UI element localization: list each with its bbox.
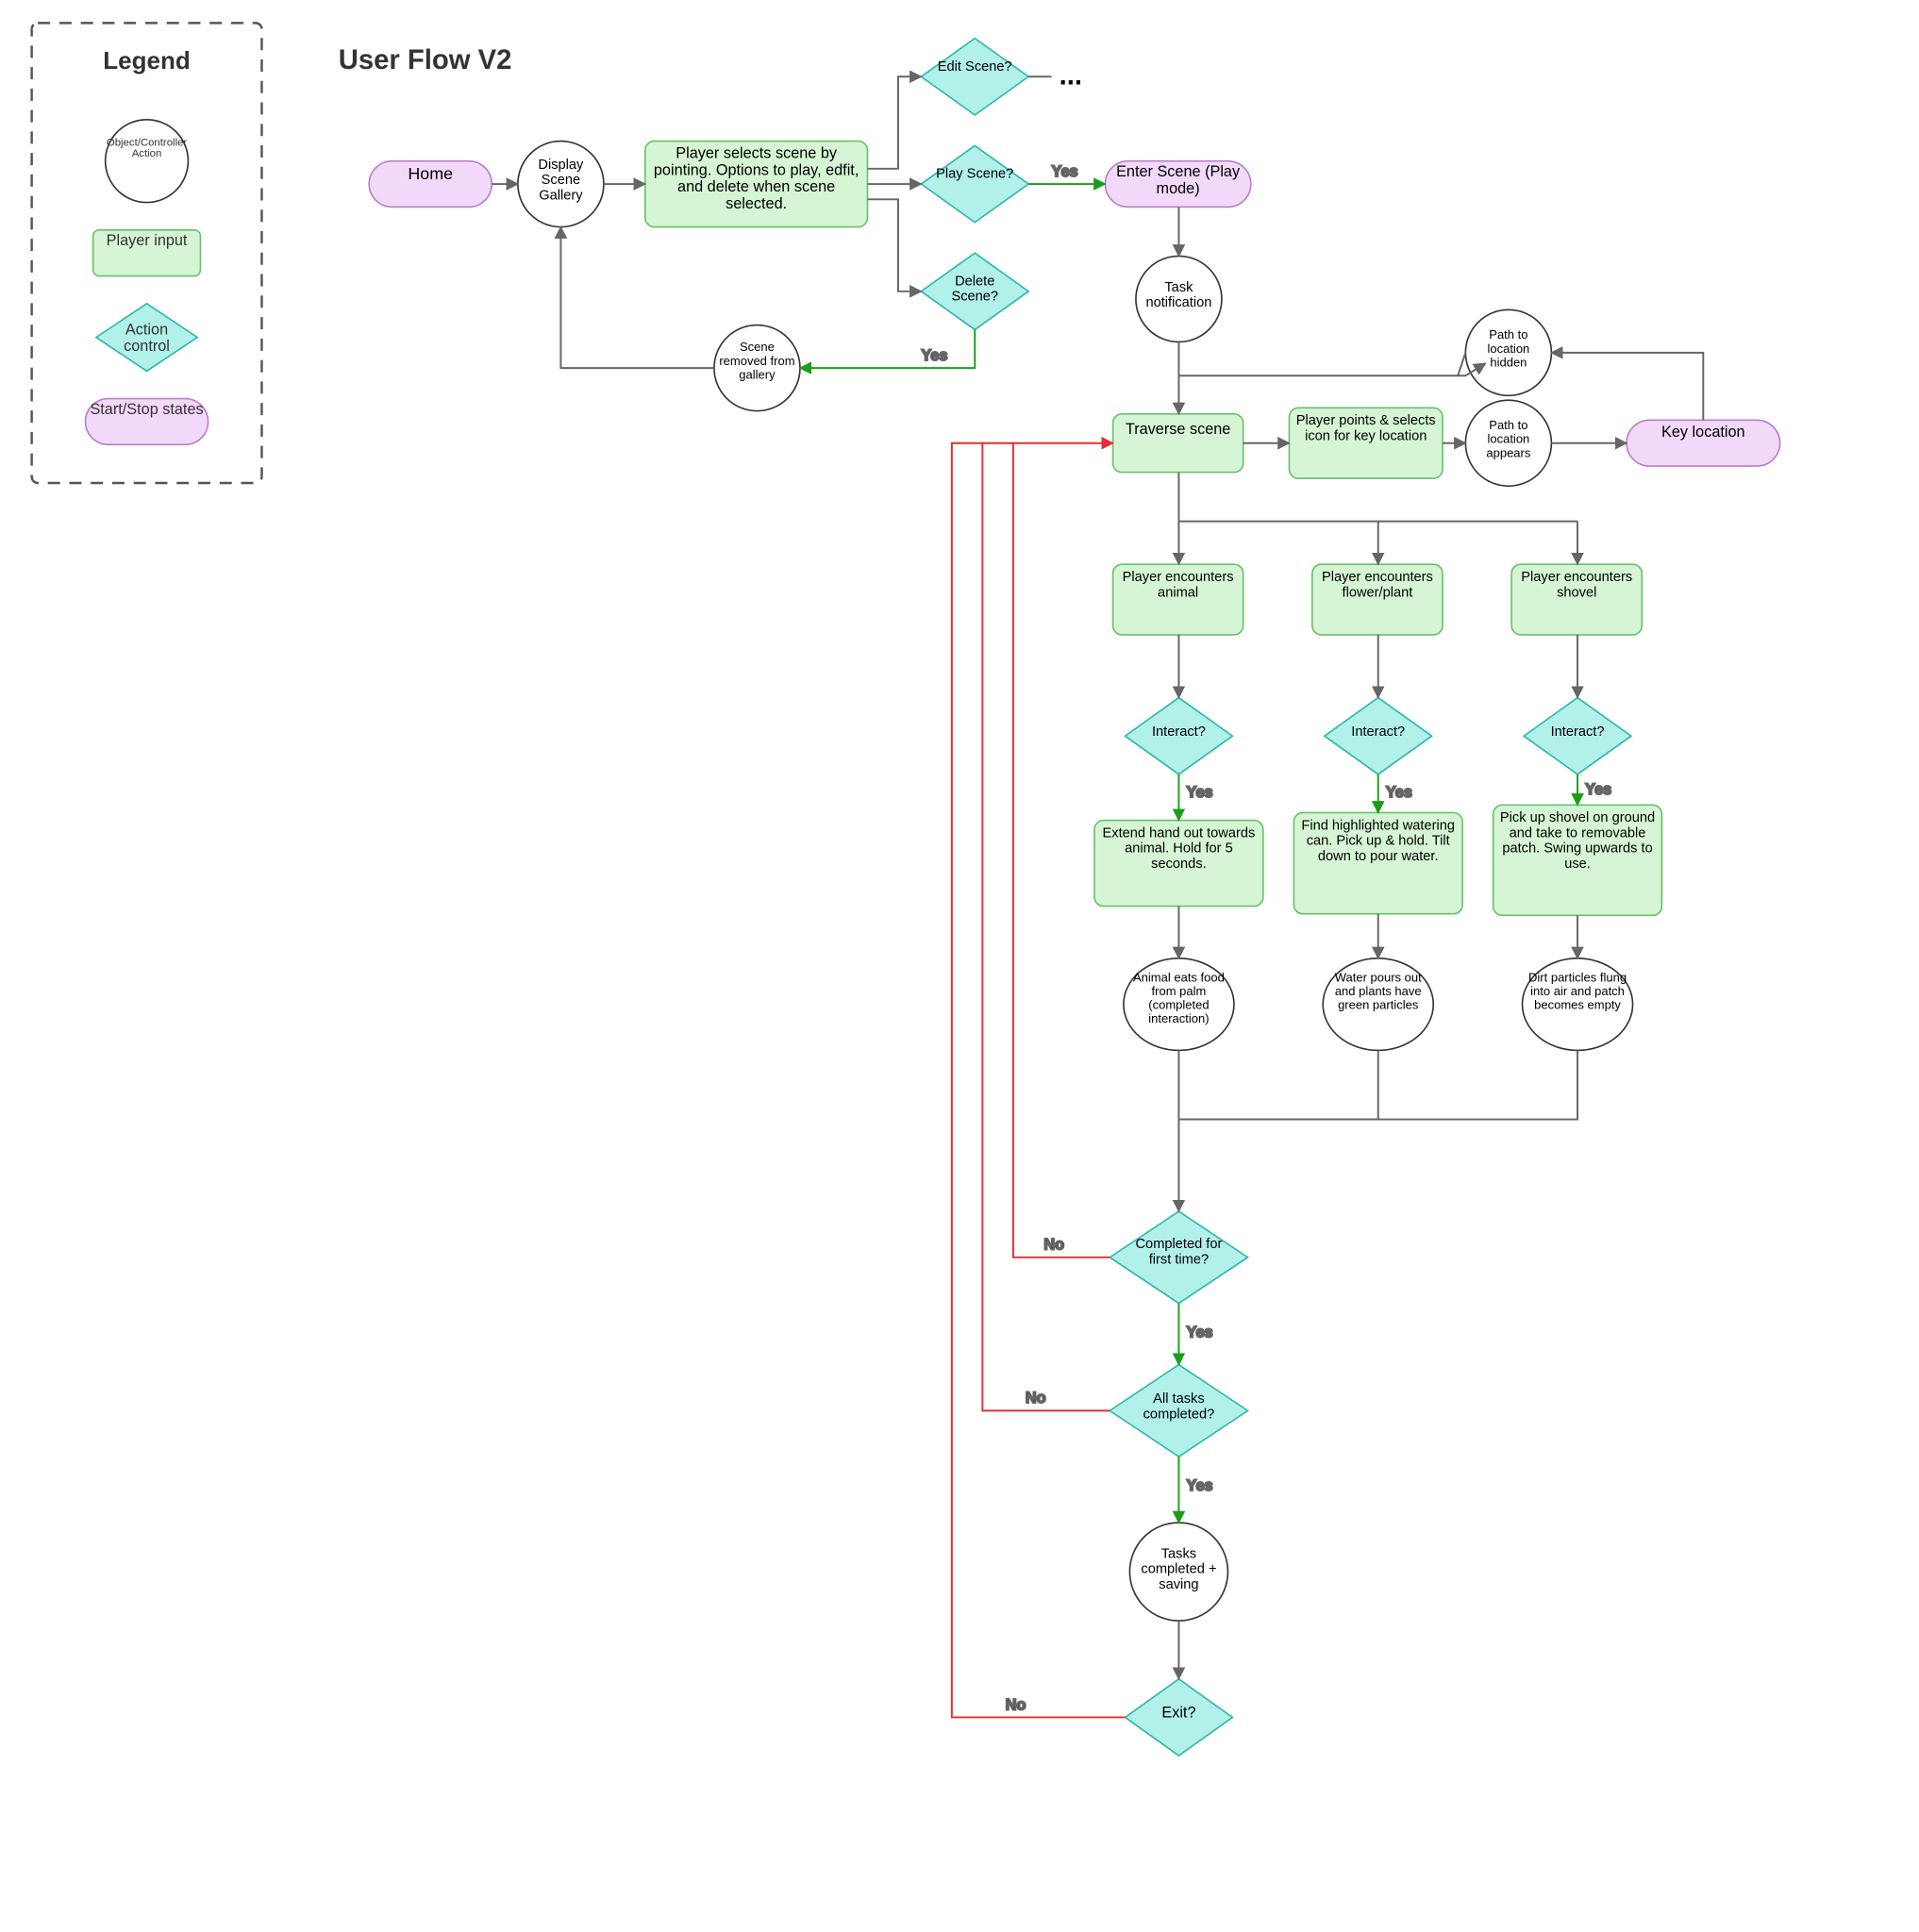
label-alltasks-no: No: [1026, 1390, 1046, 1407]
label-int1-yes: Yes: [1187, 784, 1213, 801]
node-interact-shovel: Interact?: [1524, 698, 1631, 774]
edge-exit-no: [952, 443, 1126, 1718]
node-scene-removed: Scene removed from gallery: [714, 325, 800, 411]
node-select-scene: Player selects scene by pointing. Option…: [645, 142, 868, 227]
node-traverse-scene: Traverse scene: [1113, 414, 1243, 473]
node-interact-flower: Interact?: [1325, 698, 1432, 774]
edge-alltasks-no: [982, 443, 1110, 1411]
edge-task-hidden: [1178, 363, 1485, 375]
flowchart-canvas: Legend Object/Controller Action Player i…: [0, 0, 1919, 1932]
legend-circle-label: Object/Controller Action: [96, 138, 197, 159]
label-play-yes: Yes: [1052, 163, 1078, 180]
node-enc-flower: Player encounters flower/plant: [1312, 564, 1443, 635]
label-first-no: No: [1043, 1237, 1064, 1254]
legend-box: Legend Object/Controller Action Player i…: [32, 23, 262, 483]
label-all-yes: Yes: [1187, 1477, 1213, 1494]
node-points-icon: Player points & selects icon for key loc…: [1289, 408, 1443, 478]
node-delete-scene: Delete Scene?: [921, 253, 1028, 329]
label-int2-yes: Yes: [1386, 784, 1412, 801]
label-first-yes: Yes: [1187, 1324, 1213, 1341]
node-enc-animal: Player encounters animal: [1113, 564, 1243, 635]
node-edit-scene: Edit Scene?: [921, 39, 1028, 115]
edge-select-delete: [867, 199, 921, 291]
node-path-appears: Path to location appears: [1465, 400, 1551, 486]
diagram-title: User Flow V2: [339, 45, 512, 75]
node-home: Home: [369, 161, 492, 208]
node-shovel-action: Pick up shovel on ground and take to rem…: [1493, 805, 1662, 915]
node-enc-shovel: Player encounters shovel: [1511, 564, 1642, 635]
node-enter-scene: Enter Scene (Play mode): [1105, 161, 1250, 208]
edge-key-hidden: [1551, 353, 1703, 421]
node-path-hidden: Path to location hidden: [1465, 309, 1551, 395]
node-exit: Exit?: [1126, 1679, 1233, 1756]
edge-select-edit: [867, 76, 921, 169]
node-watering-can: Find highlighted watering can. Pick up &…: [1293, 812, 1462, 913]
node-dirt-flies: Dirt particles flung into air and patch …: [1523, 958, 1633, 1051]
node-key-location: Key location: [1627, 420, 1780, 466]
edge-res2-merge: [1178, 1050, 1377, 1119]
ellipsis-icon: ...: [1060, 60, 1082, 91]
node-tasks-saving: Tasks completed + saving: [1129, 1523, 1227, 1621]
node-interact-animal: Interact?: [1126, 698, 1233, 774]
node-water-pours: Water pours out and plants have green pa…: [1323, 958, 1433, 1051]
node-first-time: Completed for first time?: [1110, 1211, 1247, 1304]
edge-removed-gallery: [560, 227, 714, 369]
node-animal-eats: Animal eats food from palm (completed in…: [1124, 958, 1234, 1051]
node-extend-hand: Extend hand out towards animal. Hold for…: [1094, 821, 1263, 907]
node-task-notification: Task notification: [1136, 256, 1222, 341]
edge-delete-removed: [800, 329, 975, 368]
legend-pill-label: Start/Stop states: [86, 402, 209, 419]
legend-diamond-label: Action control: [101, 322, 193, 356]
legend-rect-label: Player input: [93, 233, 201, 250]
node-play-scene: Play Scene?: [921, 145, 1028, 222]
label-exit-no: No: [1006, 1696, 1026, 1713]
edge-hidden-join: [1458, 353, 1465, 375]
label-delete-yes: Yes: [921, 347, 947, 364]
legend-title: Legend: [103, 46, 190, 75]
node-all-tasks: All tasks completed?: [1110, 1365, 1247, 1457]
label-int3-yes: Yes: [1585, 781, 1611, 798]
node-display-gallery: Display Scene Gallery: [518, 142, 604, 227]
